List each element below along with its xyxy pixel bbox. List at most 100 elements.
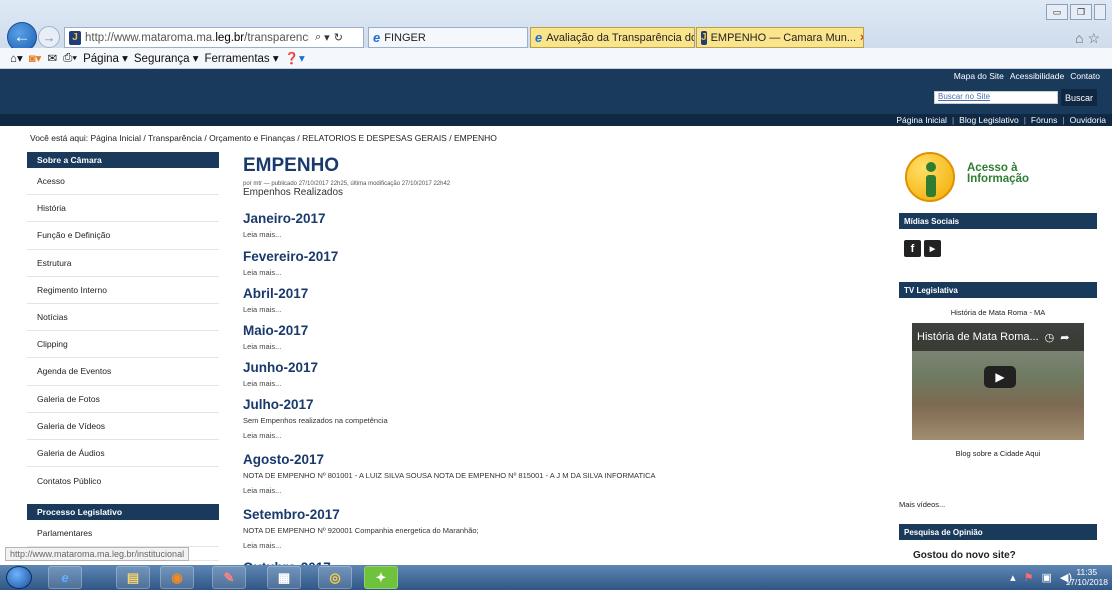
video-title: História de Mata Roma... (917, 331, 1039, 343)
nav-forums[interactable]: Fóruns (1031, 115, 1057, 125)
month-link[interactable]: Abril-2017 (243, 286, 308, 302)
tools-menu[interactable]: Ferramentas ▾ (204, 51, 278, 65)
tab-label: Avaliação da Transparência do... (546, 31, 695, 44)
contact-link[interactable]: Contato (1070, 71, 1100, 81)
video-player[interactable]: História de Mata Roma... ◷ ➦ ▶ (912, 323, 1084, 440)
month-link[interactable]: Junho-2017 (243, 360, 318, 376)
read-more-link[interactable]: Leia mais... (243, 305, 308, 314)
address-bar[interactable]: J http://www.mataroma.ma.leg.br/transpar… (64, 27, 364, 48)
month-link[interactable]: Agosto-2017 (243, 452, 656, 468)
tv-heading: TV Legislativa (899, 282, 1097, 298)
sitemap-link[interactable]: Mapa do Site (954, 71, 1004, 81)
nav-ombudsman[interactable]: Ouvidoria (1070, 115, 1106, 125)
breadcrumb[interactable]: Você está aqui: Página Inicial / Transpa… (30, 133, 497, 143)
month-link[interactable]: Janeiro-2017 (243, 211, 326, 227)
page-menu[interactable]: Página ▾ (83, 51, 128, 65)
help-icon[interactable]: ❓▾ (285, 51, 305, 65)
month-entry: Agosto-2017 NOTA DE EMPENHO Nº 801001 - … (243, 452, 656, 495)
search-input[interactable]: Buscar no Site (934, 91, 1058, 104)
acesso-text: Acesso à Informação (967, 162, 1029, 185)
header-links: Mapa do Site Acessibilidade Contato (954, 71, 1100, 81)
url-text[interactable]: http://www.mataroma.ma.leg.br/transparen… (85, 32, 309, 44)
month-note: Sem Empenhos realizados na competência (243, 416, 388, 425)
search-icon[interactable]: ⌕ (315, 31, 321, 44)
flag-icon[interactable]: ⚑ (1024, 571, 1034, 584)
paint-icon[interactable]: ✎ (212, 566, 246, 589)
month-link[interactable]: Fevereiro-2017 (243, 249, 338, 265)
sidebar-item[interactable]: Contatos Público (27, 467, 219, 494)
folder-icon[interactable]: ▤ (116, 566, 150, 589)
more-videos-link[interactable]: Mais vídeos... (899, 500, 945, 509)
month-link[interactable]: Maio-2017 (243, 323, 308, 339)
info-icon (905, 152, 955, 202)
document-icon[interactable]: ▦ (267, 566, 301, 589)
show-hidden-icon[interactable]: ▴ (1010, 571, 1016, 584)
read-more-link[interactable]: Leia mais... (243, 230, 326, 239)
window-controls: ▭ ❐ (1046, 4, 1106, 20)
forward-button[interactable]: → (38, 26, 60, 48)
site-header: Mapa do Site Acessibilidade Contato Busc… (0, 69, 1112, 114)
chrome-icon[interactable]: ◎ (318, 566, 352, 589)
clock[interactable]: 11:35 17/10/2018 (1065, 567, 1108, 587)
browser-chrome: ▭ ❐ ← → J http://www.mataroma.ma.leg.br/… (0, 0, 1112, 69)
sidebar-item[interactable]: Clipping (27, 331, 219, 359)
restore-icon[interactable]: ❐ (1070, 4, 1092, 20)
mail-icon[interactable]: ✉ (47, 51, 57, 65)
sidebar: Sobre a Câmara Acesso História Função e … (27, 152, 219, 562)
month-link[interactable]: Setembro-2017 (243, 507, 479, 523)
sidebar-item[interactable]: Agenda de Eventos (27, 358, 219, 386)
month-entry: Julho-2017 Sem Empenhos realizados na co… (243, 397, 388, 440)
tab-avaliacao[interactable]: e Avaliação da Transparência do... (530, 27, 695, 48)
tab-empenho[interactable]: J EMPENHO — Camara Mun... × (696, 27, 864, 48)
acesso-informacao-banner[interactable]: Acesso à Informação (899, 152, 1097, 207)
clock-time: 11:35 (1076, 567, 1098, 577)
sidebar-item[interactable]: Acesso (27, 168, 219, 196)
accessibility-link[interactable]: Acessibilidade (1010, 71, 1064, 81)
status-url: http://www.mataroma.ma.leg.br/institucio… (5, 547, 190, 561)
security-menu[interactable]: Segurança ▾ (134, 51, 199, 65)
sidebar-item[interactable]: Galeria de Fotos (27, 386, 219, 413)
sidebar-item[interactable]: Função e Definição (27, 222, 219, 250)
read-more-link[interactable]: Leia mais... (243, 486, 656, 495)
sidebar-item[interactable]: Galeria de Vídeos (27, 413, 219, 440)
read-more-link[interactable]: Leia mais... (243, 541, 479, 550)
read-more-link[interactable]: Leia mais... (243, 342, 308, 351)
sidebar-item[interactable]: Galeria de Áudios (27, 440, 219, 468)
read-more-link[interactable]: Leia mais... (243, 268, 338, 277)
home-favorites-icons[interactable]: ⌂☆ (1075, 30, 1104, 47)
share-icon[interactable]: ➦ (1060, 331, 1069, 344)
month-link[interactable]: Julho-2017 (243, 397, 388, 413)
tab-finger[interactable]: e FINGER (368, 27, 528, 48)
ie-icon: e (373, 30, 381, 45)
read-more-link[interactable]: Leia mais... (243, 379, 318, 388)
blog-caption[interactable]: Blog sobre a Cidade Aqui (899, 449, 1097, 458)
search-button[interactable]: Buscar (1061, 89, 1097, 106)
ie-icon[interactable]: e (48, 566, 82, 589)
nav-blog[interactable]: Blog Legislativo (959, 115, 1019, 125)
close-tab-icon[interactable]: × (860, 32, 863, 44)
home-icon[interactable]: ⌂▾ (10, 51, 23, 65)
network-icon[interactable]: ▣ (1041, 571, 1051, 584)
app-icon[interactable]: ✦ (364, 566, 398, 589)
minimize-icon[interactable]: ▭ (1046, 4, 1068, 20)
clock-icon[interactable]: ◷ (1045, 331, 1055, 344)
rss-icon[interactable]: ◙▾ (29, 51, 42, 65)
sidebar-item[interactable]: Parlamentares (27, 520, 219, 548)
start-icon[interactable] (6, 566, 32, 589)
media-player-icon[interactable]: ◉ (160, 566, 194, 589)
play-icon[interactable]: ▶ (984, 366, 1016, 388)
system-tray: ▴ ⚑ ▣ ◀) (1010, 571, 1072, 584)
youtube-icon[interactable]: ▶ (924, 240, 941, 257)
sidebar-item[interactable]: História (27, 195, 219, 223)
close-window-icon[interactable] (1094, 4, 1106, 20)
sidebar-item[interactable]: Estrutura (27, 250, 219, 277)
read-more-link[interactable]: Leia mais... (243, 431, 388, 440)
dropdown-icon[interactable]: ▾ (324, 31, 330, 44)
sidebar-item[interactable]: Regimento Interno (27, 277, 219, 304)
sidebar-item[interactable]: Notícias (27, 304, 219, 332)
facebook-icon[interactable]: f (904, 240, 921, 257)
nav-home[interactable]: Página Inicial (896, 115, 947, 125)
print-icon[interactable]: ⎙▾ (63, 52, 77, 65)
refresh-icon[interactable]: ↻ (334, 31, 343, 44)
month-note: NOTA DE EMPENHO Nº 920001 Companhia ener… (243, 526, 479, 535)
